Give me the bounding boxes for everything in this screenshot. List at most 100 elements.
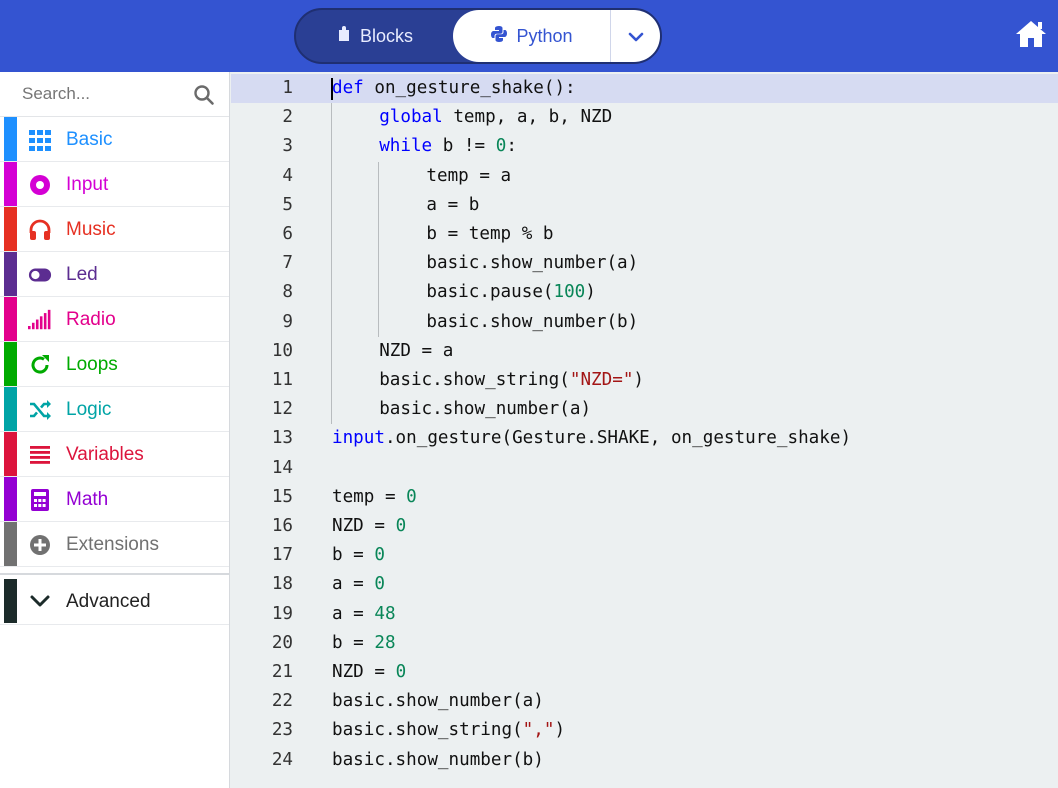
text-cursor xyxy=(331,78,333,100)
code-text: a = 0 xyxy=(332,570,385,599)
category-color-bar xyxy=(4,207,17,251)
code-token: basic.show_number(a) xyxy=(426,253,639,274)
line-number: 19 xyxy=(271,603,293,624)
code-text: b = 28 xyxy=(332,629,396,658)
line-number: 21 xyxy=(271,662,293,682)
category-logic[interactable]: Logic xyxy=(0,387,229,432)
code-line[interactable]: 6 b = temp % b xyxy=(231,220,1058,249)
category-music[interactable]: Music xyxy=(0,207,229,252)
category-color-bar xyxy=(4,162,17,206)
code-line[interactable]: 4 temp = a xyxy=(231,162,1058,191)
top-bar: Blocks Python xyxy=(0,0,1058,72)
toggle-icon xyxy=(28,263,52,287)
advanced-toggle[interactable]: Advanced xyxy=(0,575,229,625)
home-icon xyxy=(1014,21,1048,54)
code-token: ) xyxy=(633,370,645,390)
search-icon[interactable] xyxy=(193,84,215,106)
code-line[interactable]: 21 NZD = 0 xyxy=(231,658,1058,687)
code-number: 0 xyxy=(374,574,385,595)
code-number: 0 xyxy=(395,662,407,682)
category-label: Basic xyxy=(66,129,113,150)
code-token: basic.show_string( xyxy=(379,370,570,390)
code-text: basic.show_number(b) xyxy=(332,746,544,775)
code-line[interactable]: 14 xyxy=(231,454,1058,483)
code-text: NZD = 0 xyxy=(332,512,406,541)
category-color-bar xyxy=(4,297,17,341)
category-color-bar xyxy=(4,477,17,521)
line-number: 24 xyxy=(271,749,293,770)
code-line[interactable]: 18 a = 0 xyxy=(231,570,1058,599)
code-line[interactable]: 12 basic.show_number(a) xyxy=(231,395,1058,424)
home-button[interactable] xyxy=(1014,18,1048,50)
code-line[interactable]: 13 input.on_gesture(Gesture.SHAKE, on_ges… xyxy=(231,424,1058,453)
code-line[interactable]: 5 a = b xyxy=(231,191,1058,220)
code-text: basic.show_number(b) xyxy=(426,308,638,337)
line-number: 5 xyxy=(282,194,293,215)
signal-bars-icon xyxy=(28,308,52,332)
code-token: temp = a xyxy=(426,165,512,186)
code-line[interactable]: 15 temp = 0 xyxy=(231,483,1058,512)
code-token: NZD = xyxy=(332,516,396,536)
code-token: temp = xyxy=(332,486,407,507)
code-line[interactable]: 7 basic.show_number(a) xyxy=(231,249,1058,278)
code-text: while b != 0: xyxy=(379,132,517,161)
code-token: NZD = a xyxy=(379,340,454,361)
code-number: 48 xyxy=(374,603,396,624)
code-number: 0 xyxy=(395,516,407,536)
code-line[interactable]: 2 global temp, a, b, NZD xyxy=(231,103,1058,132)
line-number: 12 xyxy=(271,399,293,420)
code-line[interactable]: 17 b = 0 xyxy=(231,541,1058,570)
code-line[interactable]: 16 NZD = 0 xyxy=(231,512,1058,541)
category-label: Music xyxy=(66,219,116,240)
category-label: Variables xyxy=(66,444,144,465)
category-basic[interactable]: Basic xyxy=(0,117,229,162)
code-line[interactable]: 3 while b != 0: xyxy=(231,132,1058,161)
code-line[interactable]: 24 basic.show_number(b) xyxy=(231,746,1058,775)
line-number: 16 xyxy=(271,516,293,536)
code-number: 0 xyxy=(374,545,385,566)
code-text: input.on_gesture(Gesture.SHAKE, on_gestu… xyxy=(332,424,851,453)
shuffle-icon xyxy=(28,398,52,422)
code-text: temp = 0 xyxy=(332,483,417,512)
code-line[interactable]: 23 basic.show_string(",") xyxy=(231,716,1058,745)
category-loops[interactable]: Loops xyxy=(0,342,229,387)
puzzle-icon xyxy=(336,25,352,48)
line-number: 1 xyxy=(282,78,293,98)
category-color-bar xyxy=(4,252,17,296)
category-extensions[interactable]: Extensions xyxy=(0,522,229,567)
code-string: "NZD=" xyxy=(569,370,634,390)
refresh-icon xyxy=(28,353,52,377)
category-list: Basic Input Music Led Radio Loops Logic Variabl… xyxy=(0,117,229,567)
category-led[interactable]: Led xyxy=(0,252,229,297)
code-text: basic.pause(100) xyxy=(426,278,595,307)
toolbox-sidebar: Basic Input Music Led Radio Loops Logic Variabl… xyxy=(0,72,230,788)
code-line[interactable]: 11 basic.show_string("NZD=") xyxy=(231,366,1058,395)
code-line[interactable]: 9 basic.show_number(b) xyxy=(231,308,1058,337)
code-line[interactable]: 20 b = 28 xyxy=(231,629,1058,658)
blocks-tab[interactable]: Blocks xyxy=(296,10,453,62)
category-variables[interactable]: Variables xyxy=(0,432,229,477)
code-line[interactable]: 8 basic.pause(100) xyxy=(231,278,1058,307)
code-text: b = 0 xyxy=(332,541,385,570)
list-icon xyxy=(28,443,52,467)
category-label: Extensions xyxy=(66,534,159,555)
advanced-label: Advanced xyxy=(66,591,151,612)
code-line[interactable]: 1 def on_gesture_shake(): xyxy=(231,74,1058,104)
category-radio[interactable]: Radio xyxy=(0,297,229,342)
code-text: NZD = 0 xyxy=(332,658,406,687)
search-input[interactable] xyxy=(22,84,182,104)
code-line[interactable]: 19 a = 48 xyxy=(231,600,1058,629)
code-line[interactable]: 10 NZD = a xyxy=(231,337,1058,366)
code-text: def on_gesture_shake(): xyxy=(332,74,576,103)
category-color-bar xyxy=(4,342,17,386)
category-math[interactable]: Math xyxy=(0,477,229,522)
code-line[interactable]: 22 basic.show_number(a) xyxy=(231,687,1058,716)
code-text: basic.show_string("NZD=") xyxy=(379,366,644,395)
code-number: 28 xyxy=(374,632,396,653)
python-tab[interactable]: Python xyxy=(453,10,610,62)
code-token: : xyxy=(506,136,517,157)
code-string: "," xyxy=(522,720,555,741)
category-input[interactable]: Input xyxy=(0,162,229,207)
language-dropdown-button[interactable] xyxy=(610,10,660,62)
code-editor[interactable]: 1 def on_gesture_shake(): 2 global temp, a,… xyxy=(231,72,1058,788)
